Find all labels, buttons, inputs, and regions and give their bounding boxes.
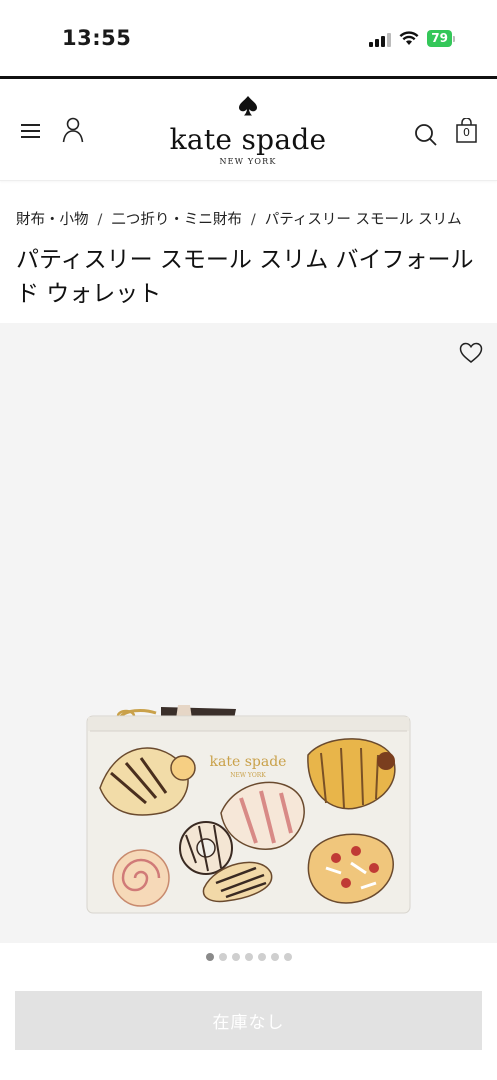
wallet-brand-name: kate spade — [210, 754, 287, 770]
product-image-carousel[interactable]: kate spade NEW YORK — [0, 323, 497, 943]
spade-logo-icon — [239, 96, 257, 116]
carousel-dot[interactable] — [231, 953, 240, 961]
cellular-signal-icon — [369, 31, 392, 47]
status-time: 13:55 — [62, 26, 132, 50]
breadcrumb-separator: / — [250, 212, 256, 228]
heart-icon[interactable] — [459, 342, 483, 364]
product-page: 13:55 79 kate spade NEW YORK 0 財布・小物 / 二… — [0, 0, 497, 1080]
brand-name: kate spade — [169, 123, 327, 156]
breadcrumb-item-wallets[interactable]: 財布・小物 — [16, 212, 89, 228]
brand-logo[interactable]: kate spade NEW YORK — [158, 95, 338, 166]
carousel-dot[interactable] — [244, 953, 253, 961]
cart-count: 0 — [463, 126, 470, 139]
wallet-product-image: kate spade NEW YORK — [86, 705, 411, 914]
carousel-dots — [0, 953, 497, 961]
breadcrumb-item-current[interactable]: パティスリー スモール スリム — [265, 212, 462, 228]
search-icon[interactable] — [414, 123, 438, 147]
status-bar: 13:55 79 — [0, 0, 497, 78]
carousel-dot[interactable] — [205, 953, 214, 961]
carousel-dot[interactable] — [270, 953, 279, 961]
menu-icon[interactable] — [21, 124, 40, 139]
breadcrumb-separator: / — [97, 212, 103, 228]
battery-icon: 79 — [427, 30, 455, 47]
carousel-dot[interactable] — [257, 953, 266, 961]
product-title: パティスリー スモール スリム バイフォールド ウォレット — [16, 247, 474, 307]
breadcrumb-item-bifold[interactable]: 二つ折り・ミニ財布 — [111, 212, 242, 228]
wallet-brand-subtitle: NEW YORK — [230, 772, 266, 779]
shopping-bag-icon[interactable]: 0 — [456, 117, 477, 147]
carousel-dot[interactable] — [218, 953, 227, 961]
status-indicators: 79 — [369, 30, 455, 47]
out-of-stock-button[interactable]: 在庫なし — [15, 991, 482, 1050]
carousel-dot[interactable] — [283, 953, 292, 961]
brand-subtitle: NEW YORK — [219, 157, 277, 166]
bottom-action-bar: 在庫なし — [0, 975, 497, 1080]
battery-level: 79 — [427, 30, 452, 47]
site-header: kate spade NEW YORK 0 — [0, 79, 497, 181]
user-icon[interactable] — [62, 117, 84, 143]
wifi-icon — [399, 31, 419, 45]
breadcrumb: 財布・小物 / 二つ折り・ミニ財布 / パティスリー スモール スリム — [16, 208, 462, 229]
